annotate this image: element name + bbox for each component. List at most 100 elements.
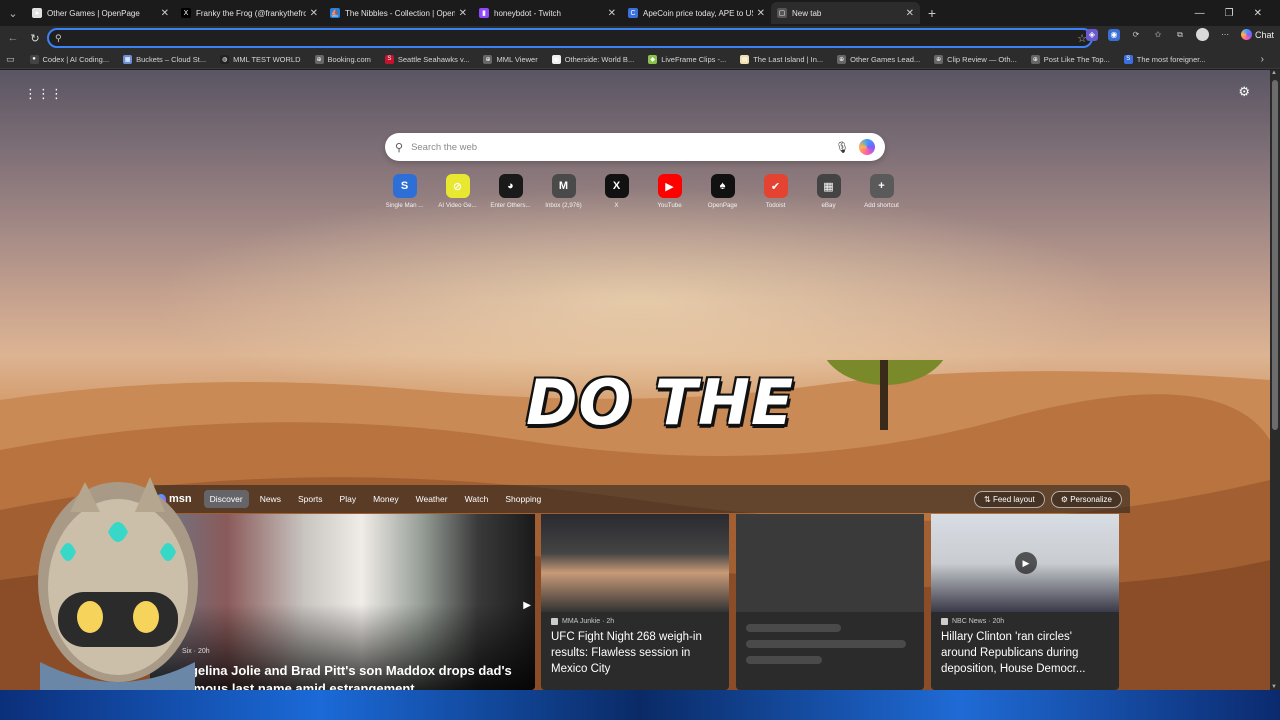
bookmark-item[interactable]: ⊕ Other Games Lead...	[830, 54, 927, 64]
copilot-icon[interactable]	[859, 139, 875, 155]
feed-tab-watch[interactable]: Watch	[459, 490, 495, 508]
profile-avatar[interactable]	[1195, 28, 1209, 41]
feed-layout-label: Feed layout	[992, 494, 1035, 504]
bookmark-favicon-icon: ▦	[123, 54, 133, 64]
microphone-icon[interactable]: 🎙	[835, 141, 849, 154]
bookmark-item[interactable]: ◍ MML TEST WORLD	[213, 54, 307, 64]
feed-tab-play[interactable]: Play	[334, 490, 363, 508]
bookmark-favicon-icon: ●	[29, 54, 39, 64]
feed-layout-button[interactable]: ⇅ Feed layout	[974, 490, 1045, 508]
web-search-box[interactable]: ⚲ 🎙	[385, 133, 885, 161]
feed-tab-money[interactable]: Money	[367, 490, 405, 508]
tab-close-icon[interactable]: ✕	[310, 8, 318, 19]
close-window-icon[interactable]: ✕	[1254, 8, 1262, 19]
page-settings-gear-icon[interactable]: ⚙	[1238, 84, 1250, 100]
hero-news-card[interactable]: ▶ Six · 20h ngelina Jolie and Brad Pitt'…	[150, 514, 535, 690]
bookmarks-overflow-chevron-icon[interactable]: ›	[1261, 54, 1264, 65]
bookmark-list: ● Codex | AI Coding... ▦ Buckets – Cloud St…	[23, 54, 1213, 64]
feed-tab-sports[interactable]: Sports	[292, 490, 329, 508]
toolbar-extensions: ◈ ◉ ⟳ ✩ ⧉ ⋯ Chat	[1085, 28, 1274, 41]
bookmark-item[interactable]: ◆ LiveFrame Clips -...	[641, 54, 733, 64]
new-tab-button[interactable]: +	[920, 5, 944, 21]
apps-grid-icon[interactable]: ⋮⋮⋮	[24, 86, 63, 102]
page-scrollbar[interactable]: ▲ ▼	[1270, 70, 1280, 690]
coin-icon: C	[628, 8, 638, 18]
tab-search-chevron-icon[interactable]: ⌄	[0, 0, 26, 26]
bookmark-item[interactable]: ▦ Buckets – Cloud St...	[116, 54, 213, 64]
quick-link[interactable]: ▦ eBay	[802, 174, 855, 209]
copilot-chat-button[interactable]: Chat	[1240, 29, 1274, 40]
quick-links: S Single Man ... ⊘ AI Video Ge... ◕ Enter Oth…	[378, 174, 908, 209]
bookmark-item[interactable]: ⊕ MML Viewer	[476, 54, 544, 64]
bookmark-item[interactable]: ● Codex | AI Coding...	[23, 54, 117, 64]
twitch-icon: ▮	[479, 8, 489, 18]
bookmark-favicon-icon: ⊕	[1030, 54, 1040, 64]
news-card-image	[541, 514, 729, 612]
browser-tab[interactable]: C ApeCoin price today, APE to USD ✕	[622, 2, 771, 24]
browser-tab[interactable]: ♠ Other Games | OpenPage ✕	[26, 2, 175, 24]
extension-globe-icon[interactable]: ◉	[1107, 28, 1120, 41]
feed-tab-weather[interactable]: Weather	[410, 490, 454, 508]
video-caption-overlay: DO THE	[526, 366, 795, 439]
feed-tab-shopping[interactable]: Shopping	[499, 490, 547, 508]
bookmark-item[interactable]: S Seattle Seahawks v...	[378, 54, 477, 64]
more-menu-icon[interactable]: ⋯	[1219, 29, 1231, 41]
browser-tab[interactable]: ▮ honeybdot - Twitch ✕	[473, 2, 622, 24]
quick-link-label: eBay	[821, 202, 836, 209]
bookmark-label: Clip Review — Oth...	[947, 54, 1017, 64]
quick-link[interactable]: M Inbox (2,976)	[537, 174, 590, 209]
refresh-icon[interactable]: ↻	[24, 27, 46, 49]
quick-link[interactable]: S Single Man ...	[378, 174, 431, 209]
collections-icon[interactable]: ⧉	[1174, 29, 1186, 41]
reading-list-icon[interactable]: ▭	[6, 54, 15, 65]
browser-tab[interactable]: X Franky the Frog (@frankythefrog) ✕	[175, 2, 324, 24]
browser-tab[interactable]: ▢ New tab ✕	[771, 2, 920, 24]
quick-link[interactable]: ▶ YouTube	[643, 174, 696, 209]
quick-link[interactable]: ◕ Enter Others...	[484, 174, 537, 209]
bookmark-item[interactable]: ⊕ Post Like The Top...	[1024, 54, 1117, 64]
video-play-icon[interactable]: ▶	[1015, 552, 1037, 574]
news-card-clinton[interactable]: ▶ NBC News · 20h Hillary Clinton 'ran ci…	[931, 514, 1119, 690]
bookmark-item[interactable]: ⊕ Clip Review — Oth...	[927, 54, 1024, 64]
quick-link[interactable]: ⊘ AI Video Ge...	[431, 174, 484, 209]
news-card-ufc[interactable]: MMA Junkie · 2h UFC Fight Night 268 weig…	[541, 514, 729, 690]
scroll-up-icon[interactable]: ▲	[1271, 70, 1277, 76]
web-search-input[interactable]	[411, 141, 836, 153]
personalize-button[interactable]: ⚙ Personalize	[1050, 490, 1122, 508]
feed-tab-news[interactable]: News	[254, 490, 287, 508]
news-card-headline[interactable]: UFC Fight Night 268 weigh-in results: Fl…	[541, 625, 729, 681]
hero-headline[interactable]: ngelina Jolie and Brad Pitt's son Maddox…	[182, 662, 532, 690]
quick-link[interactable]: + Add shortcut	[855, 174, 908, 209]
sync-icon[interactable]: ⟳	[1130, 29, 1142, 41]
scrollbar-thumb[interactable]	[1272, 80, 1278, 430]
quick-link-icon: ◕	[498, 174, 523, 198]
bookmark-item[interactable]: S The most foreigner...	[1117, 54, 1213, 64]
quick-link-icon: ▦	[816, 174, 841, 198]
bookmark-item[interactable]: ▤ The Last Island | In...	[733, 54, 830, 64]
news-card-headline[interactable]: Hillary Clinton 'ran circles' around Rep…	[931, 625, 1119, 681]
address-bar[interactable]: ⚲ ☆	[47, 28, 1093, 48]
carousel-next-icon[interactable]: ▶	[523, 600, 531, 611]
address-input[interactable]	[67, 32, 1078, 44]
tab-close-icon[interactable]: ✕	[608, 8, 616, 19]
tab-close-icon[interactable]: ✕	[161, 8, 169, 19]
bookmark-favicon-icon: ◆	[648, 54, 658, 64]
quick-link[interactable]: ♠ OpenPage	[696, 174, 749, 209]
quick-link[interactable]: XX	[590, 174, 643, 209]
minimize-icon[interactable]: —	[1195, 8, 1205, 19]
bookmark-item[interactable]: ▣ Otherside: World B...	[545, 54, 641, 64]
restore-icon[interactable]: ❐	[1225, 8, 1234, 19]
tab-close-icon[interactable]: ✕	[757, 8, 765, 19]
mascot-avatar-overlay	[38, 477, 198, 690]
tab-close-icon[interactable]: ✕	[459, 8, 467, 19]
back-icon[interactable]: ←	[2, 27, 24, 49]
browser-tab[interactable]: ⛵ The Nibbles - Collection | OpenSea ✕	[324, 2, 473, 24]
bookmark-item[interactable]: ⊕ Booking.com	[308, 54, 378, 64]
quick-link[interactable]: ✔ Todoist	[749, 174, 802, 209]
tab-close-icon[interactable]: ✕	[906, 8, 914, 19]
feed-tab-discover[interactable]: Discover	[203, 490, 249, 508]
extension-shield-icon[interactable]: ◈	[1085, 28, 1098, 41]
quick-link-label: Enter Others...	[490, 202, 531, 209]
favorites-icon[interactable]: ✩	[1152, 29, 1164, 41]
